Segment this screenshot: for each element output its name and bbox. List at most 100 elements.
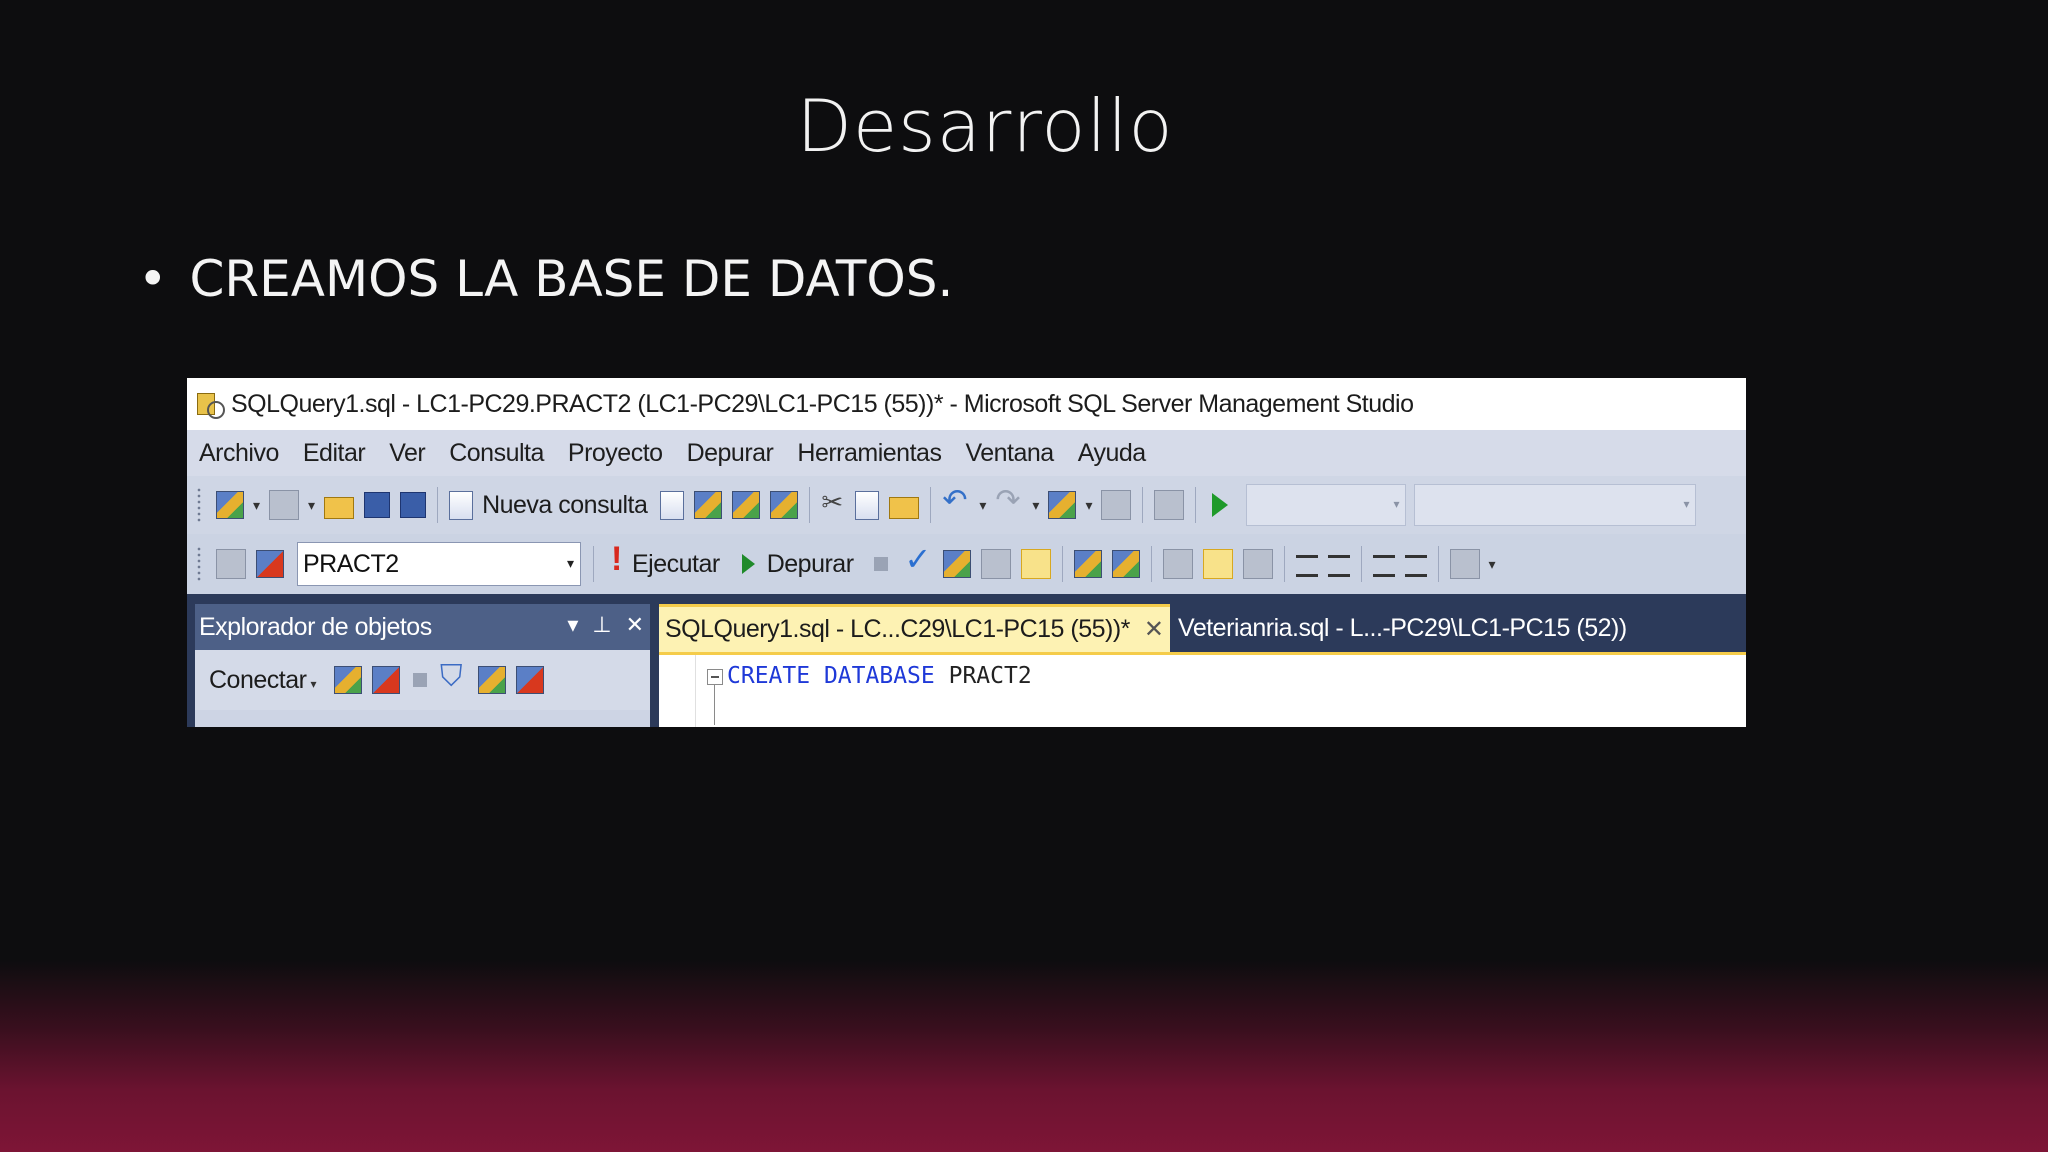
save-icon[interactable]: [364, 492, 391, 518]
menu-depurar[interactable]: Depurar: [687, 439, 774, 468]
chevron-down-icon[interactable]: ▾: [1085, 497, 1092, 514]
redo-icon[interactable]: [995, 483, 1023, 519]
menu-proyecto[interactable]: Proyecto: [568, 439, 663, 468]
chevron-down-icon: ▾: [566, 555, 574, 571]
menu-editar[interactable]: Editar: [303, 439, 366, 468]
window-titlebar: SQLQuery1.sql - LC1-PC29.PRACT2 (LC1-PC2…: [187, 378, 1746, 430]
connect-server-icon[interactable]: [333, 666, 362, 694]
new-query-button[interactable]: Nueva consulta: [482, 491, 648, 520]
menu-ayuda[interactable]: Ayuda: [1078, 439, 1146, 468]
uncomment-icon[interactable]: [1327, 555, 1350, 577]
solution-config-dropdown[interactable]: ▾: [1246, 484, 1407, 526]
activity-monitor-icon[interactable]: [1154, 490, 1185, 520]
comment-icon[interactable]: [1295, 555, 1318, 577]
chevron-down-icon[interactable]: ▾: [308, 497, 315, 514]
display-plan-icon[interactable]: [942, 550, 971, 578]
toolbar-separator: [1150, 546, 1152, 582]
open-folder-icon[interactable]: [324, 497, 355, 519]
navigate-icon[interactable]: [1048, 491, 1077, 519]
chevron-down-icon[interactable]: ▾: [253, 497, 260, 514]
toolbar-separator: [1360, 546, 1362, 582]
analysis-query-icon[interactable]: [694, 491, 723, 519]
paste-icon[interactable]: [889, 497, 920, 519]
copy-icon[interactable]: [855, 490, 880, 520]
results-icon[interactable]: [1020, 549, 1051, 579]
menu-ver[interactable]: Ver: [389, 439, 426, 468]
chevron-down-icon[interactable]: ▾: [979, 497, 986, 514]
query-designer-icon[interactable]: [980, 549, 1011, 579]
ssms-screenshot: SQLQuery1.sql - LC1-PC29.PRACT2 (LC1-PC2…: [187, 378, 1746, 727]
execute-button[interactable]: Ejecutar: [632, 550, 720, 579]
solution-platform-dropdown[interactable]: ▾: [1414, 484, 1697, 526]
editor-area: SQLQuery1.sql - LC...C29\LC1-PC15 (55))*…: [659, 604, 1746, 727]
toolbar-separator: [437, 487, 439, 523]
standard-toolbar: ▾ ▾ Nueva consulta ▾ ▾ ▾ ▾ ▾: [187, 476, 1746, 534]
add-item-icon[interactable]: [269, 490, 300, 520]
results-to-file-icon[interactable]: [1242, 549, 1273, 579]
slide-bullet: • CREAMOS LA BASE DE DATOS.: [138, 250, 953, 308]
client-stats-icon[interactable]: [1111, 550, 1140, 578]
xmla-query-icon[interactable]: [770, 491, 799, 519]
dmx-query-icon[interactable]: [732, 491, 761, 519]
collapse-icon[interactable]: [707, 669, 723, 685]
undo-icon[interactable]: [942, 483, 970, 519]
database-name: PRACT2: [948, 663, 1032, 689]
chevron-down-icon: ▾: [1393, 497, 1400, 511]
database-engine-query-icon[interactable]: [660, 490, 685, 520]
document-tabs: SQLQuery1.sql - LC...C29\LC1-PC15 (55))*…: [659, 604, 1746, 652]
toolbar-separator: [1061, 546, 1063, 582]
new-project-icon[interactable]: [216, 491, 244, 519]
connect-button[interactable]: Conectar ▾: [209, 666, 320, 695]
toolbar-separator: [1142, 487, 1144, 523]
toolbar-separator: [1437, 546, 1439, 582]
stop-icon[interactable]: [412, 673, 427, 687]
menu-herramientas[interactable]: Herramientas: [797, 439, 942, 468]
debug-button[interactable]: Depurar: [767, 550, 854, 579]
results-to-text-icon[interactable]: [1162, 549, 1193, 579]
toolbar-grip[interactable]: [197, 487, 201, 523]
chevron-down-icon[interactable]: ▾: [567, 612, 578, 638]
menu-ventana[interactable]: Ventana: [965, 439, 1054, 468]
activity-icon[interactable]: [515, 666, 544, 694]
database-selector[interactable]: PRACT2 ▾: [297, 542, 581, 586]
save-all-icon[interactable]: [400, 492, 427, 518]
window-title: SQLQuery1.sql - LC1-PC29.PRACT2 (LC1-PC2…: [231, 389, 1414, 418]
connect-icon[interactable]: [216, 549, 246, 579]
object-explorer-panel: Explorador de objetos ▾ ⊥ ✕ Conectar ▾: [195, 604, 650, 727]
bullet-dot: •: [138, 250, 168, 308]
specify-values-icon[interactable]: [1449, 549, 1480, 579]
increase-indent-icon[interactable]: [1404, 555, 1427, 577]
menu-archivo[interactable]: Archivo: [199, 439, 279, 468]
new-query-icon[interactable]: [449, 490, 474, 520]
disconnect-icon[interactable]: [256, 550, 284, 578]
query-editor[interactable]: CREATE DATABASE PRACT2: [659, 652, 1746, 727]
tab-label: Veterianria.sql - L...-PC29\LC1-PC15 (52…: [1178, 613, 1627, 642]
close-icon[interactable]: ✕: [1144, 615, 1164, 644]
debug-play-icon[interactable]: [741, 554, 755, 574]
decrease-indent-icon[interactable]: [1372, 555, 1395, 577]
cancel-query-icon[interactable]: [873, 557, 888, 571]
filter-icon[interactable]: [440, 660, 468, 694]
pin-icon[interactable]: ⊥: [592, 612, 611, 638]
toolbar-separator: [593, 546, 594, 582]
results-to-grid-icon[interactable]: [1202, 549, 1233, 579]
include-plan-icon[interactable]: [1073, 550, 1102, 578]
database-selector-value: PRACT2: [303, 549, 399, 578]
disconnect-server-icon[interactable]: [371, 666, 400, 694]
cut-icon[interactable]: [821, 487, 845, 519]
refresh-icon[interactable]: [477, 666, 506, 694]
code-line: CREATE DATABASE PRACT2: [727, 663, 1032, 689]
close-icon[interactable]: ✕: [626, 612, 644, 638]
parse-icon[interactable]: [905, 540, 933, 578]
execute-icon[interactable]: [605, 540, 623, 579]
chevron-down-icon[interactable]: ▾: [1032, 497, 1039, 514]
tab-veterianria[interactable]: Veterianria.sql - L...-PC29\LC1-PC15 (52…: [1170, 604, 1635, 652]
tab-sqlquery1[interactable]: SQLQuery1.sql - LC...C29\LC1-PC15 (55))*…: [659, 604, 1171, 652]
start-debug-icon[interactable]: [1212, 493, 1229, 517]
toolbar-grip[interactable]: [197, 546, 201, 582]
menu-bar: Archivo Editar Ver Consulta Proyecto Dep…: [187, 430, 1746, 476]
menu-consulta[interactable]: Consulta: [449, 439, 544, 468]
window-icon[interactable]: [1101, 490, 1132, 520]
editor-gutter: [659, 655, 696, 727]
toolbar-overflow-icon[interactable]: ▾: [1489, 556, 1496, 573]
